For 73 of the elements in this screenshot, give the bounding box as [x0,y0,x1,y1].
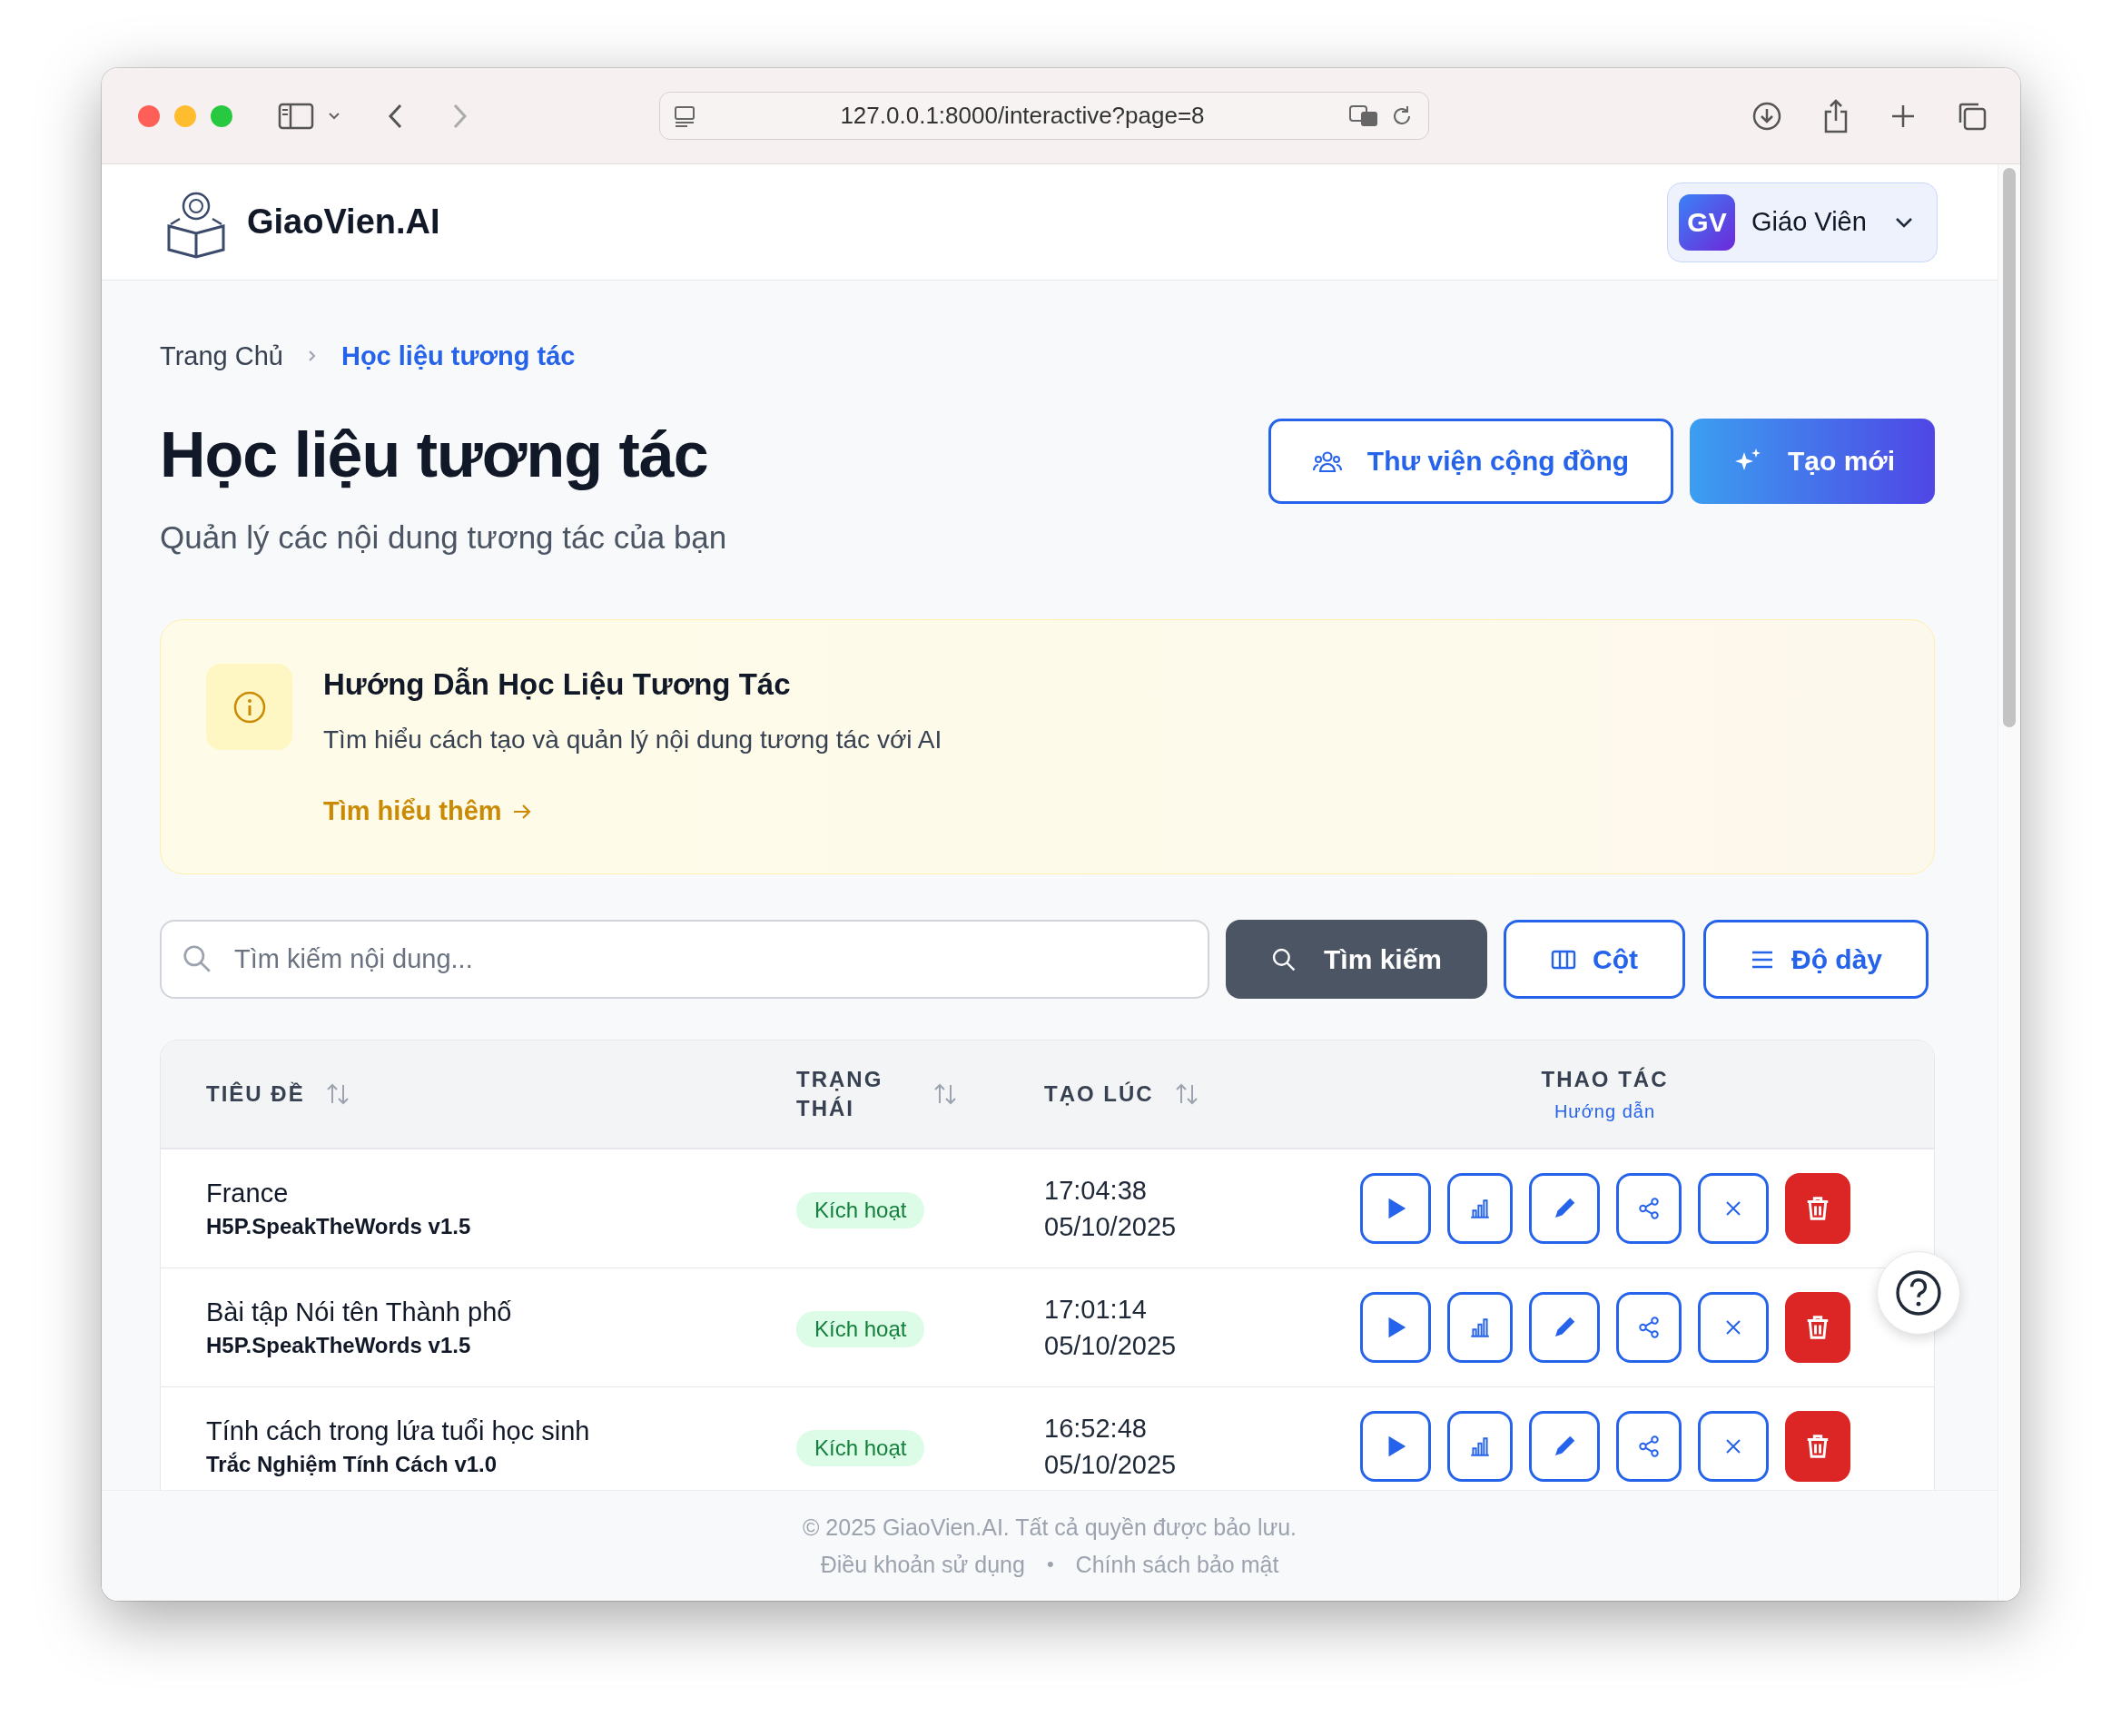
breadcrumb-link[interactable]: Trang Chủ [160,340,283,371]
page-subtitle: Quản lý các nội dung tương tác của bạn [160,519,727,556]
search-icon [182,943,212,974]
breadcrumb-link[interactable]: Học liệu tương tác [340,340,576,371]
info-icon [206,664,292,750]
play-button[interactable] [1359,1292,1431,1363]
close-button[interactable] [1697,1411,1769,1482]
delete-button[interactable] [1784,1173,1850,1244]
search-button[interactable]: Tìm kiếm [1226,920,1487,999]
edit-button[interactable] [1528,1292,1600,1363]
sidebar-icon[interactable] [278,101,314,131]
guide-text: Tìm hiểu cách tạo và quản lý nội dung tương tác với AI [323,725,942,755]
url-text: 127.0.0.1:8000/interactive?page=8 [839,102,1206,130]
created-time: 17:01:14 [1044,1294,1148,1326]
create-button[interactable]: Tạo mới [1690,419,1935,504]
library-button[interactable]: Thư viện cộng đồng [1268,419,1673,504]
created-time: 17:04:38 [1044,1175,1148,1207]
column-header[interactable]: TIÊU ĐỀ [206,1081,305,1107]
user-menu[interactable]: GV Giáo Viên [1667,182,1938,262]
stats-button[interactable] [1446,1411,1513,1482]
share-icon [1636,1197,1661,1220]
brand-name[interactable]: GiaoVien.AI [247,202,440,242]
close-button[interactable] [1697,1173,1769,1244]
share-icon [1636,1435,1661,1458]
content-type: Trắc Nghiệm Tính Cách v1.0 [206,1451,498,1477]
copyright-text: © 2025 GiaoVien.AI. Tất cả quyền được bảo lưu. [802,1514,1297,1541]
address-bar[interactable]: 127.0.0.1:8000/interactive?page=8 [659,92,1429,140]
user-name: Giáo Viên [1751,207,1868,237]
content-title: Bài tập Nói tên Thành phố [206,1297,513,1327]
stats-button[interactable] [1446,1292,1513,1363]
column-header[interactable]: TẠO LÚC [1044,1081,1154,1107]
close-window-button[interactable] [138,104,160,127]
page-icon [673,104,696,128]
status-badge: Kích hoạt [796,1311,925,1347]
columns-button[interactable]: Cột [1504,920,1685,999]
close-button[interactable] [1697,1292,1769,1363]
share-icon [1636,1316,1661,1339]
content-title: France [206,1178,290,1208]
help-icon [1894,1268,1943,1317]
share-button[interactable] [1615,1292,1682,1363]
status-badge: Kích hoạt [796,1430,925,1466]
edit-button[interactable] [1528,1411,1600,1482]
download-icon[interactable] [1751,100,1782,132]
guide-link[interactable]: Hướng dẫn [1554,1100,1656,1122]
created-date: 05/10/2025 [1044,1330,1178,1362]
play-button[interactable] [1359,1173,1431,1244]
column-header[interactable]: TRẠNG THÁI [796,1065,887,1123]
share-icon[interactable] [1822,98,1850,133]
users-icon [1312,449,1342,474]
content-type: H5P.SpeakTheWords v1.5 [206,1332,472,1358]
created-date: 05/10/2025 [1044,1211,1178,1243]
content-type: H5P.SpeakTheWords v1.5 [206,1213,472,1239]
page-title: Học liệu tương tác [160,419,709,492]
delete-button[interactable] [1784,1292,1850,1363]
scrollbar-thumb[interactable] [2003,168,2016,727]
user-avatar: GV [1679,193,1735,251]
share-button[interactable] [1615,1173,1682,1244]
stats-button[interactable] [1446,1173,1513,1244]
created-time: 16:52:48 [1044,1413,1148,1445]
search-field[interactable]: Tìm kiếm nội dung... [160,920,1209,999]
edit-button[interactable] [1528,1173,1600,1244]
column-header[interactable]: THAO TÁC [1541,1066,1669,1092]
search-icon [1270,946,1297,972]
share-button[interactable] [1615,1411,1682,1482]
play-button[interactable] [1359,1411,1431,1482]
delete-button[interactable] [1784,1411,1850,1482]
separator-dot: • [1046,1553,1054,1576]
created-date: 05/10/2025 [1044,1449,1178,1481]
status-badge: Kích hoạt [796,1192,925,1228]
guide-title: Hướng Dẫn Học Liệu Tương Tác [323,667,792,702]
density-button[interactable]: Độ dày [1703,920,1929,999]
content-title: Tính cách trong lứa tuổi học sinh [206,1415,591,1446]
columns-icon [1551,948,1576,971]
